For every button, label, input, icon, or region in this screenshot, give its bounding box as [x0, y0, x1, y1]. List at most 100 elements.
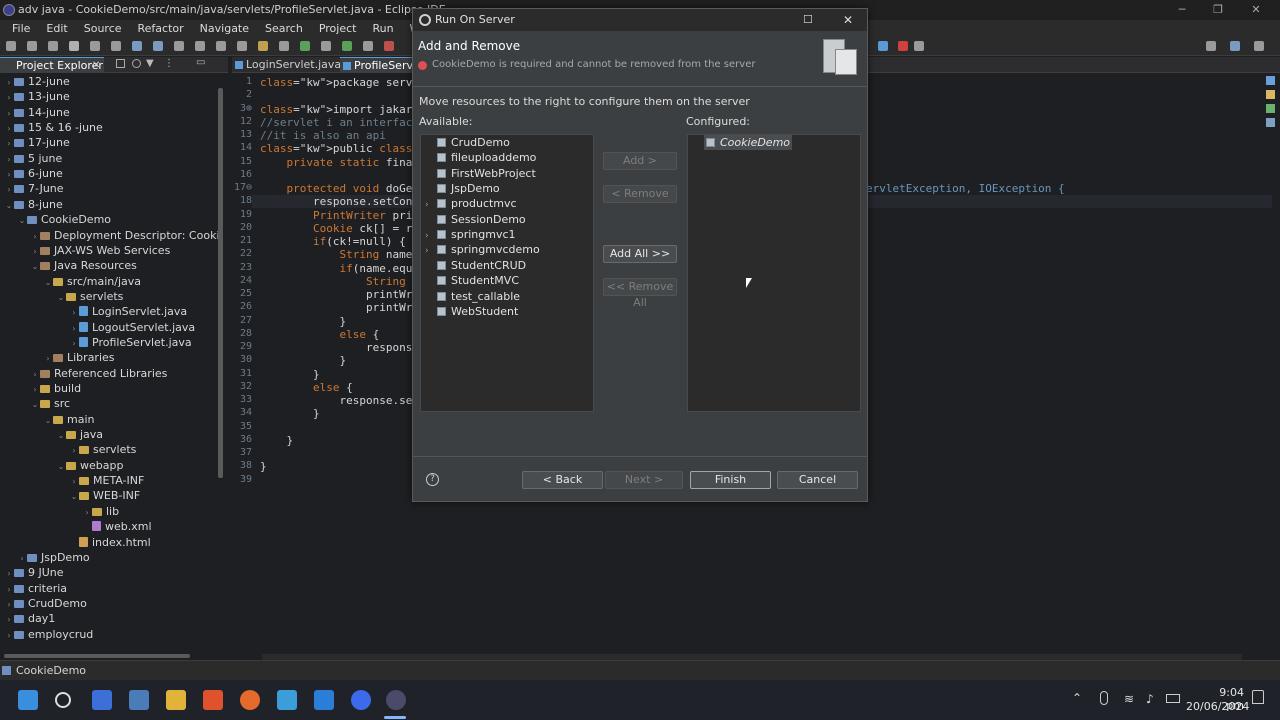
tree-item[interactable]: › JspDemo — [17, 550, 89, 565]
toolbar-icon[interactable] — [898, 41, 908, 51]
explorer-horizontal-scrollbar[interactable] — [4, 654, 190, 658]
menu-run[interactable]: Run — [364, 20, 401, 38]
chevron-right-icon[interactable]: › — [69, 443, 79, 458]
tree-item[interactable]: › 6-june — [4, 166, 62, 181]
toolbar-icon[interactable] — [153, 41, 163, 51]
chevron-right-icon[interactable]: › — [4, 582, 14, 597]
view-menu-icon[interactable]: ⋮ — [164, 58, 174, 69]
toolbar-icon[interactable] — [914, 41, 924, 51]
file-explorer-icon[interactable] — [166, 690, 186, 710]
tree-item[interactable]: › Deployment Descriptor: CookieDen — [30, 228, 220, 243]
tree-item[interactable]: › ProfileServlet.java — [69, 335, 191, 350]
chevron-down-icon[interactable]: ⌄ — [56, 290, 66, 305]
cancel-button[interactable]: Cancel — [777, 471, 858, 489]
tree-item[interactable]: › META-INF — [69, 473, 144, 488]
explorer-vertical-scrollbar[interactable] — [218, 88, 223, 478]
clock-date[interactable]: 20/06/2024 — [1186, 700, 1249, 713]
menu-project[interactable]: Project — [311, 20, 365, 38]
chevron-right-icon[interactable]: › — [4, 106, 14, 121]
notepad-icon[interactable] — [277, 690, 297, 710]
available-item[interactable]: › springmvcdemo — [425, 242, 540, 257]
chevron-down-icon[interactable]: ⌄ — [4, 198, 14, 213]
code-line[interactable]: String name — [260, 248, 412, 261]
code-line[interactable]: } — [260, 460, 267, 473]
console-icon[interactable] — [1266, 118, 1275, 127]
remove-all-button[interactable]: << Remove All — [603, 278, 677, 309]
firefox-icon[interactable] — [240, 690, 260, 710]
chevron-down-icon[interactable]: ⌄ — [56, 459, 66, 474]
chevron-right-icon[interactable]: › — [4, 136, 14, 151]
available-item[interactable]: StudentMVC — [425, 273, 519, 288]
tree-item[interactable]: ⌄ WEB-INF — [69, 488, 141, 503]
brave-icon[interactable] — [203, 690, 223, 710]
chevron-right-icon[interactable]: › — [69, 474, 79, 489]
tree-item[interactable]: › 7-June — [4, 181, 63, 196]
toolbar-icon[interactable] — [111, 41, 121, 51]
code-line[interactable]: String — [260, 275, 412, 288]
filter-icon[interactable]: ▼ — [146, 58, 154, 69]
available-item[interactable]: › springmvc1 — [425, 227, 516, 242]
tree-item[interactable]: › JAX-WS Web Services — [30, 243, 170, 258]
close-tab-icon[interactable]: ✕ — [92, 58, 100, 73]
chevron-right-icon[interactable]: › — [4, 628, 14, 643]
menu-edit[interactable]: Edit — [38, 20, 75, 38]
next-button[interactable]: Next > — [605, 471, 683, 489]
chevron-right-icon[interactable]: › — [4, 597, 14, 612]
tree-item[interactable]: › CrudDemo — [4, 596, 86, 612]
toolbar-icon[interactable] — [48, 41, 58, 51]
available-item[interactable]: SessionDemo — [425, 212, 526, 227]
tree-item[interactable]: ⌄ Java Resources — [30, 258, 137, 273]
code-line[interactable]: if(name.equ — [260, 262, 412, 275]
microphone-icon[interactable] — [1100, 691, 1108, 705]
toolbar-icon[interactable] — [342, 41, 352, 51]
chevron-down-icon[interactable]: ⌄ — [43, 413, 53, 428]
chevron-down-icon[interactable]: ⌄ — [43, 275, 53, 290]
toolbar-icon[interactable] — [132, 41, 142, 51]
dialog-maximize-button[interactable]: ☐ — [803, 9, 813, 31]
available-item[interactable]: › productmvc — [425, 196, 517, 211]
toolbar-icon[interactable] — [321, 41, 331, 51]
chevron-down-icon[interactable]: ⌄ — [30, 259, 40, 274]
available-item[interactable]: StudentCRUD — [425, 258, 526, 273]
task-icon[interactable] — [1266, 90, 1275, 99]
code-line[interactable]: } — [260, 434, 293, 447]
available-item[interactable]: JspDemo — [425, 181, 500, 196]
tree-item[interactable]: ⌄ src — [30, 396, 70, 411]
available-list[interactable]: CrudDemo fileuploaddemo FirstWebProject Jsp… — [420, 134, 594, 412]
menu-file[interactable]: File — [4, 20, 38, 38]
photos-icon[interactable] — [129, 690, 149, 710]
chevron-right-icon[interactable]: › — [30, 244, 40, 259]
toolbar-icon[interactable] — [1230, 41, 1240, 51]
toolbar-icon[interactable] — [195, 41, 205, 51]
search-icon[interactable] — [55, 692, 71, 708]
chevron-right-icon[interactable]: › — [4, 566, 14, 581]
back-button[interactable]: < Back — [522, 471, 603, 489]
tree-item[interactable]: › 13-june — [4, 89, 69, 104]
chevron-right-icon[interactable]: › — [30, 382, 40, 397]
toolbar-icon[interactable] — [6, 41, 16, 51]
remove-button[interactable]: < Remove — [603, 185, 677, 203]
chevron-right-icon[interactable]: › — [69, 305, 79, 320]
menu-source[interactable]: Source — [76, 20, 130, 38]
code-line[interactable]: PrintWriter pri — [260, 209, 412, 222]
chevron-down-icon[interactable]: ⌄ — [30, 397, 40, 412]
toolbar-icon[interactable] — [878, 41, 888, 51]
menu-refactor[interactable]: Refactor — [130, 20, 192, 38]
toolbar-icon[interactable] — [279, 41, 289, 51]
chevron-up-icon[interactable]: ⌃ — [1072, 691, 1082, 705]
app-icon-1[interactable] — [92, 690, 112, 710]
tree-item[interactable]: index.html — [69, 535, 151, 550]
code-line[interactable]: Cookie ck[] = r — [260, 222, 412, 235]
code-line[interactable]: //it is also an api — [260, 129, 386, 142]
vscode-icon[interactable] — [314, 690, 334, 710]
tree-item[interactable]: › day1 — [4, 611, 55, 626]
configured-item[interactable]: CookieDemo — [704, 135, 793, 150]
tree-item[interactable]: ⌄ webapp — [56, 458, 124, 474]
outline-icon[interactable] — [1266, 76, 1275, 85]
chevron-right-icon[interactable]: › — [4, 121, 14, 136]
notification-icon[interactable] — [1252, 690, 1264, 704]
menu-navigate[interactable]: Navigate — [192, 20, 257, 38]
code-line[interactable]: protected void doGe — [260, 182, 413, 195]
minimize-button[interactable]: ─ — [1164, 0, 1200, 20]
tree-item[interactable]: › 9 JUne — [4, 565, 63, 581]
